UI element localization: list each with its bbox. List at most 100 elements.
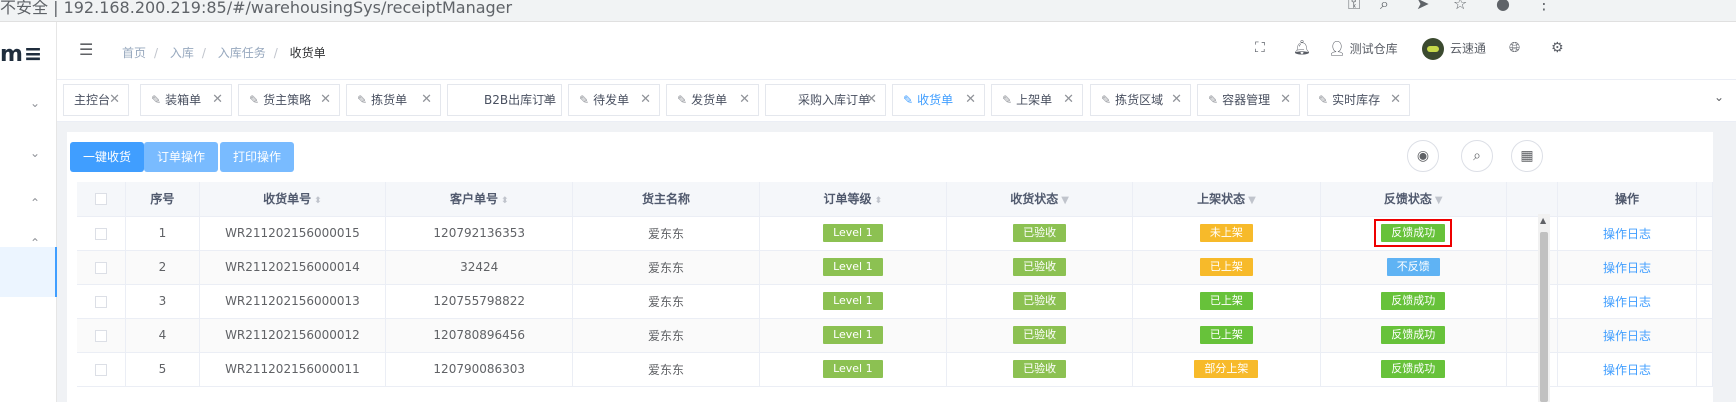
breadcrumb-item[interactable]: 入库 bbox=[170, 46, 194, 60]
tab-11[interactable]: ✎ 容器管理 ✕ bbox=[1197, 84, 1300, 116]
cell-shelf-status: 已上架 bbox=[1132, 250, 1321, 285]
col-header[interactable]: 上架状态 ▼ bbox=[1132, 182, 1321, 217]
operation-log-link[interactable]: 操作日志 bbox=[1603, 295, 1651, 309]
close-icon[interactable]: ✕ bbox=[965, 85, 976, 115]
menu-icon[interactable]: ⋮ bbox=[1536, 0, 1552, 13]
eye-icon[interactable]: ◉ bbox=[1407, 140, 1439, 172]
checkbox[interactable] bbox=[94, 227, 107, 240]
sort-icon[interactable]: ⬍ bbox=[314, 196, 322, 206]
close-icon[interactable]: ✕ bbox=[1171, 85, 1182, 115]
star-icon[interactable]: ☆ bbox=[1453, 0, 1467, 13]
close-icon[interactable]: ✕ bbox=[1280, 85, 1291, 115]
row-select[interactable] bbox=[77, 216, 126, 251]
breadcrumb: 首页 / 入库 / 入库任务 / 收货单 bbox=[122, 46, 326, 60]
send-icon[interactable]: ➤ bbox=[1416, 0, 1429, 13]
col-header[interactable]: 收货状态 ▼ bbox=[946, 182, 1134, 217]
breadcrumb-item[interactable]: 入库任务 bbox=[218, 46, 266, 60]
tab-label: 采购入库订单 bbox=[798, 93, 871, 107]
filter-icon[interactable]: ▼ bbox=[1435, 195, 1443, 206]
checkbox[interactable] bbox=[94, 193, 107, 206]
table-row[interactable]: 1 WR211202156000015 120792136353 爱东东 Level 1… bbox=[77, 216, 1713, 251]
tab-8-active[interactable]: ✎ 收货单 ✕ bbox=[892, 84, 985, 116]
close-icon[interactable]: ✕ bbox=[542, 85, 553, 115]
search-icon[interactable]: ⌕ bbox=[1380, 0, 1389, 14]
row-select[interactable] bbox=[77, 284, 126, 319]
edit-icon: ✎ bbox=[151, 93, 162, 107]
breadcrumb-item[interactable]: 首页 bbox=[122, 46, 146, 60]
col-header[interactable]: 订单等级 ⬍ bbox=[759, 182, 948, 217]
tab-12[interactable]: ✎ 实时库存 ✕ bbox=[1307, 84, 1410, 116]
edit-icon: ✎ bbox=[1002, 93, 1013, 107]
table-row[interactable]: 5 WR211202156000011 120790086303 爱东东 Level 1… bbox=[77, 352, 1713, 387]
close-icon[interactable]: ✕ bbox=[640, 85, 651, 115]
user-menu[interactable]: 云速通 bbox=[1422, 38, 1486, 60]
checkbox[interactable] bbox=[94, 261, 107, 274]
operation-log-link[interactable]: 操作日志 bbox=[1603, 329, 1651, 343]
search-icon[interactable]: ⌕ bbox=[1461, 140, 1493, 172]
tab-0[interactable]: 主控台 ✕ bbox=[63, 84, 129, 116]
settings-icon[interactable]: ⚙ bbox=[1551, 40, 1564, 56]
key-icon[interactable]: ⚿ bbox=[1348, 0, 1360, 14]
col-header[interactable]: 客户单号 ⬍ bbox=[385, 182, 574, 217]
operation-log-link[interactable]: 操作日志 bbox=[1603, 261, 1651, 275]
order-operation-button[interactable]: 订单操作 bbox=[144, 142, 219, 172]
tab-3[interactable]: ✎ 拣货单 ✕ bbox=[346, 84, 441, 116]
filter-icon[interactable]: ▼ bbox=[1061, 195, 1069, 206]
chevron-down-icon[interactable]: ⌄ bbox=[1714, 90, 1724, 104]
profile-icon[interactable]: ● bbox=[1496, 0, 1510, 13]
tab-7[interactable]: 采购入库订单 ✕ bbox=[765, 84, 886, 116]
edit-icon: ✎ bbox=[903, 93, 914, 107]
row-select[interactable] bbox=[77, 352, 126, 387]
scroll-thumb[interactable] bbox=[1540, 232, 1548, 402]
filter-icon[interactable]: ▼ bbox=[1248, 195, 1256, 206]
row-select[interactable] bbox=[77, 250, 126, 285]
tab-2[interactable]: ✎ 货主策略 ✕ bbox=[238, 84, 340, 116]
grid-icon[interactable]: ▦ bbox=[1511, 140, 1543, 172]
close-icon[interactable]: ✕ bbox=[1390, 85, 1401, 115]
close-icon[interactable]: ✕ bbox=[421, 85, 432, 115]
row-select[interactable] bbox=[77, 318, 126, 353]
select-all[interactable] bbox=[77, 182, 126, 217]
receive-status-tag: 已验收 bbox=[1013, 224, 1067, 242]
tab-1[interactable]: ✎ 装箱单 ✕ bbox=[140, 84, 232, 116]
operation-log-link[interactable]: 操作日志 bbox=[1603, 363, 1651, 377]
browser-address-bar[interactable]: 不安全 | 192.168.200.219:85/#/warehousingSy… bbox=[0, 0, 1736, 22]
shelf-status-tag: 已上架 bbox=[1199, 326, 1253, 344]
vertical-scrollbar[interactable]: ▲ bbox=[1538, 214, 1550, 402]
operation-log-link[interactable]: 操作日志 bbox=[1603, 227, 1651, 241]
checkbox[interactable] bbox=[94, 363, 107, 376]
checkbox[interactable] bbox=[94, 329, 107, 342]
fullscreen-icon[interactable]: ⛶ bbox=[1255, 40, 1265, 56]
table-row[interactable]: 4 WR211202156000012 120780896456 爱东东 Level 1… bbox=[77, 318, 1713, 353]
table-row[interactable]: 2 WR211202156000014 32424 爱东东 Level 1 已验收 已上架 不… bbox=[77, 250, 1713, 285]
sort-icon[interactable]: ⬍ bbox=[501, 196, 509, 206]
one-click-receive-button[interactable]: 一键收货 bbox=[70, 142, 145, 172]
close-icon[interactable]: ✕ bbox=[212, 85, 223, 115]
hamburger-icon[interactable]: ☰ bbox=[79, 40, 93, 59]
tab-5[interactable]: ✎ 待发单 ✕ bbox=[568, 84, 660, 116]
sidebar-group-2[interactable]: ⌄ bbox=[0, 132, 57, 186]
col-header[interactable]: 收货单号 ⬍ bbox=[199, 182, 387, 217]
sidebar-item-active[interactable] bbox=[0, 247, 57, 297]
close-icon[interactable]: ✕ bbox=[320, 85, 331, 115]
warehouse-selector[interactable]: 👤︎ 测试仓库 bbox=[1328, 40, 1398, 57]
address-url[interactable]: 不安全 | 192.168.200.219:85/#/warehousingSy… bbox=[0, 0, 512, 18]
scroll-up-icon[interactable]: ▲ bbox=[1540, 216, 1546, 225]
sort-icon[interactable]: ⬍ bbox=[875, 196, 883, 206]
checkbox[interactable] bbox=[94, 295, 107, 308]
close-icon[interactable]: ✕ bbox=[109, 85, 120, 115]
bell-icon[interactable]: 🔔︎ bbox=[1293, 40, 1311, 56]
globe-icon[interactable]: 🌐︎ bbox=[1509, 40, 1520, 56]
tab-10[interactable]: ✎ 拣货区域 ✕ bbox=[1090, 84, 1191, 116]
col-header[interactable]: 反馈状态 ▼ bbox=[1320, 182, 1507, 217]
tab-4[interactable]: B2B出库订单 ✕ bbox=[447, 84, 562, 116]
close-icon[interactable]: ✕ bbox=[866, 85, 877, 115]
close-icon[interactable]: ✕ bbox=[1063, 85, 1074, 115]
tab-9[interactable]: ✎ 上架单 ✕ bbox=[991, 84, 1083, 116]
print-operation-button[interactable]: 打印操作 bbox=[220, 142, 295, 172]
table-row[interactable]: 3 WR211202156000013 120755798822 爱东东 Level 1… bbox=[77, 284, 1713, 319]
tab-6[interactable]: ✎ 发货单 ✕ bbox=[666, 84, 759, 116]
close-icon[interactable]: ✕ bbox=[739, 85, 750, 115]
user-name: 云速通 bbox=[1450, 41, 1487, 56]
sidebar-group-1[interactable]: ⌄ bbox=[0, 82, 57, 136]
